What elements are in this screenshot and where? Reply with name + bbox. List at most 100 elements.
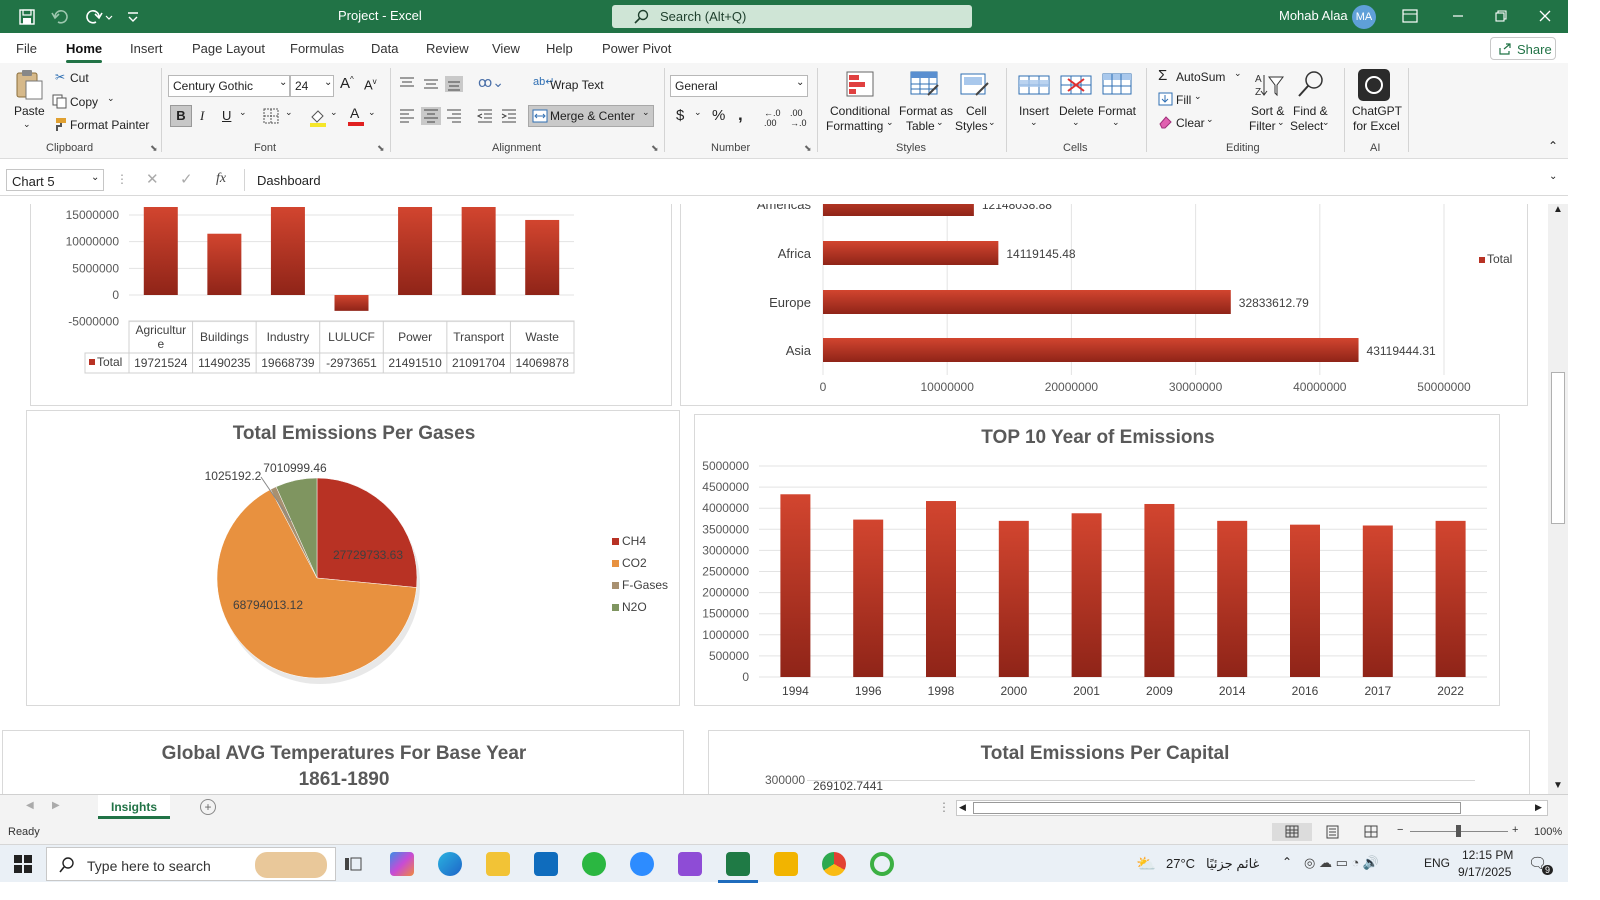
chart-top10-years[interactable]: TOP 10 Year of Emissions 5000000 4500000 4… [694, 414, 1500, 706]
alignment-launcher-icon[interactable]: ⬊ [651, 143, 659, 154]
more-options-icon[interactable]: ⋮ [116, 172, 128, 186]
font-color-icon[interactable]: A [348, 105, 364, 127]
format-cells-icon[interactable] [1102, 71, 1134, 97]
format-as-table-icon[interactable] [910, 71, 940, 97]
visual-studio-icon[interactable] [678, 852, 702, 876]
borders-icon[interactable] [263, 108, 279, 124]
chatgpt-button[interactable]: ChatGPT [1352, 104, 1402, 118]
horizontal-align-icons[interactable] [398, 107, 464, 125]
hscroll-thumb[interactable] [973, 802, 1461, 814]
vertical-scrollbar[interactable]: ▲ ▼ [1548, 204, 1568, 794]
minimize-icon[interactable] [1451, 10, 1465, 22]
outlook-icon[interactable] [534, 852, 558, 876]
number-format-select[interactable]: General ⌄ [670, 75, 808, 97]
format-painter-button[interactable]: Format Painter [70, 118, 149, 132]
find-select-icon[interactable] [1296, 69, 1326, 99]
conditional-formatting-icon[interactable] [846, 71, 874, 97]
avatar[interactable]: MA [1352, 5, 1376, 29]
tab-data[interactable]: Data [371, 41, 398, 56]
share-button[interactable]: Share [1490, 37, 1556, 60]
font-launcher-icon[interactable]: ⬊ [377, 143, 385, 154]
zoom-out-icon[interactable]: − [1397, 824, 1403, 836]
chart-region-emissions[interactable]: 0 10000000 20000000 30000000 40000000 5000000… [680, 204, 1528, 406]
clipboard-launcher-icon[interactable]: ⬊ [150, 143, 158, 154]
redo-icon[interactable] [86, 8, 114, 26]
find-select-button[interactable]: Find & [1293, 104, 1328, 118]
tab-review[interactable]: Review [426, 41, 469, 56]
delete-button[interactable]: Delete [1059, 104, 1094, 118]
file-explorer-icon[interactable] [486, 852, 510, 876]
merge-center-button[interactable]: Merge & Center ⌄ [528, 105, 654, 127]
weather-icon[interactable]: ⛅ [1136, 854, 1156, 874]
chart-per-capita[interactable]: Total Emissions Per Capital 300000 26910… [708, 730, 1530, 794]
tab-splitter-icon[interactable]: ⋮ [938, 800, 950, 814]
comma-style-icon[interactable]: , [738, 105, 743, 125]
indent-icons[interactable] [476, 107, 520, 125]
restore-icon[interactable] [1494, 9, 1508, 23]
sheet-tab-insights[interactable]: Insights [98, 795, 170, 819]
clock-date[interactable]: 9/17/2025 [1458, 865, 1511, 879]
green-app-icon[interactable] [870, 852, 894, 876]
conditional-formatting-button[interactable]: Conditional [830, 104, 890, 118]
scroll-right-icon[interactable]: ▶ [1535, 802, 1542, 813]
insert-function-icon[interactable]: fx [216, 171, 226, 187]
number-launcher-icon[interactable]: ⬊ [804, 143, 812, 154]
zoom-level[interactable]: 100% [1534, 826, 1562, 838]
power-bi-icon[interactable] [774, 852, 798, 876]
zoom-app-icon[interactable] [630, 852, 654, 876]
tab-file[interactable]: File [16, 41, 37, 56]
cut-button[interactable]: Cut [70, 71, 89, 85]
delete-cells-icon[interactable] [1060, 71, 1092, 97]
accounting-format-icon[interactable]: $ [676, 107, 684, 124]
underline-dropdown-icon[interactable]: ⌄ [239, 107, 247, 118]
cell-styles-button[interactable]: Cell [966, 104, 987, 118]
enter-icon[interactable]: ✓ [180, 170, 193, 188]
weather-temp[interactable]: 27°C [1166, 856, 1195, 871]
scroll-down-icon[interactable]: ▼ [1553, 780, 1563, 791]
copy-dropdown-icon[interactable]: ⌄ [107, 93, 115, 104]
format-button[interactable]: Format [1098, 104, 1136, 118]
paste-icon[interactable] [14, 69, 44, 101]
increase-decimal-icon[interactable]: ←.0.00 [764, 108, 781, 128]
increase-font-icon[interactable]: A^ [340, 75, 354, 92]
clear-button[interactable]: Clear [1176, 116, 1205, 130]
close-icon[interactable] [1538, 9, 1552, 23]
italic-button[interactable]: I [200, 108, 204, 124]
sheet-area[interactable]: 15000000 10000000 5000000 0 -5000000 Agricult… [0, 204, 1548, 794]
fill-color-dropdown-icon[interactable]: ⌄ [330, 107, 338, 118]
font-color-dropdown-icon[interactable]: ⌄ [368, 107, 376, 118]
chrome-icon[interactable] [822, 852, 846, 876]
whatsapp-icon[interactable] [582, 852, 606, 876]
orientation-icon[interactable]: ꝏ⌄ [478, 74, 504, 91]
zoom-in-icon[interactable]: + [1512, 824, 1518, 836]
task-view-icon[interactable] [344, 855, 362, 873]
format-as-table-button[interactable]: Format as [899, 104, 953, 118]
insert-cells-icon[interactable] [1018, 71, 1050, 97]
excel-taskbar-icon[interactable] [726, 852, 750, 876]
fill-button[interactable]: Fill [1176, 93, 1191, 107]
ribbon-display-icon[interactable] [1402, 9, 1418, 23]
cell-styles-icon[interactable] [960, 71, 990, 97]
fill-color-icon[interactable] [308, 107, 328, 127]
tab-page-layout[interactable]: Page Layout [192, 41, 265, 56]
underline-button[interactable]: U [222, 108, 231, 123]
chatgpt-icon[interactable] [1358, 69, 1390, 101]
tab-help[interactable]: Help [546, 41, 573, 56]
paste-button[interactable]: Paste [14, 104, 45, 118]
tab-power-pivot[interactable]: Power Pivot [602, 41, 671, 56]
copilot-icon[interactable] [390, 852, 414, 876]
customize-qat-icon[interactable] [126, 10, 140, 24]
scroll-left-icon[interactable]: ◀ [959, 802, 966, 813]
tab-home[interactable]: Home [66, 41, 103, 63]
decrease-decimal-icon[interactable]: .00 →.0 [790, 108, 807, 128]
clock-time[interactable]: 12:15 PM [1462, 848, 1513, 862]
paste-dropdown-icon[interactable]: ⌄ [23, 119, 31, 130]
decrease-font-icon[interactable]: Av [364, 77, 377, 92]
cancel-icon[interactable]: ✕ [146, 170, 159, 188]
tab-view[interactable]: View [492, 41, 520, 56]
search-box[interactable]: Search (Alt+Q) [612, 5, 972, 28]
undo-icon[interactable] [50, 8, 78, 26]
font-family-select[interactable]: Century Gothic ⌄ [168, 75, 290, 97]
percent-icon[interactable]: % [712, 107, 725, 124]
tab-formulas[interactable]: Formulas [290, 41, 344, 56]
